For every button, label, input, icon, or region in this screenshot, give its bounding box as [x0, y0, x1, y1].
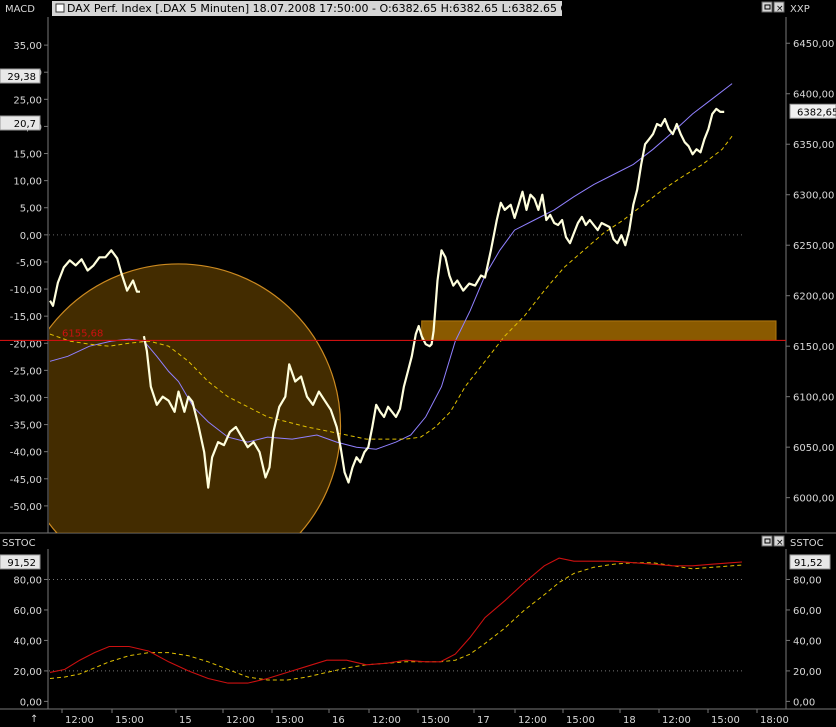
left-value-badge-text: 20,7 [14, 119, 36, 130]
time-tick-label: 15:00 [566, 715, 595, 726]
right-tick-label: 6350,00 [793, 140, 834, 151]
support-label: 6155,68 [62, 328, 103, 339]
time-tick-label: 15:00 [711, 715, 740, 726]
right-tick-label: 6100,00 [793, 393, 834, 404]
left-tick-label: -15,00 [10, 312, 42, 323]
bottom-restore-icon[interactable] [761, 535, 773, 547]
stoch-left-tick-label: 60,00 [13, 606, 42, 617]
right-axis-tag: XXP [790, 4, 810, 15]
time-tick-label: 18:00 [760, 715, 789, 726]
time-tick-label: 12:00 [65, 715, 94, 726]
stoch-left-tick-label: 20,00 [13, 667, 42, 678]
right-tick-label: 6450,00 [793, 39, 834, 50]
stoch-right-tick-label: 60,00 [793, 606, 822, 617]
stoch-right-tick-label: 80,00 [793, 575, 822, 586]
stoch-left-tick-label: 40,00 [13, 636, 42, 647]
left-tick-label: -5,00 [16, 258, 42, 269]
time-tick-label: 15 [179, 715, 192, 726]
left-tick-label: -35,00 [10, 421, 42, 432]
bottom-panel-tag: SSTOC [2, 538, 36, 549]
right-tick-label: 6050,00 [793, 443, 834, 454]
stoch-k-line [49, 557, 743, 684]
left-tick-label: 25,00 [13, 95, 42, 106]
bottom-close-icon[interactable]: × [773, 535, 785, 548]
time-tick-label: 18 [623, 715, 636, 726]
stoch-d-line [49, 562, 743, 681]
left-tick-label: -45,00 [10, 475, 42, 486]
time-tick-label: 12:00 [226, 715, 255, 726]
left-tick-label: 15,00 [13, 150, 42, 161]
chart: MACD DAX Perf. Index [.DAX 5 Minuten] 18… [0, 0, 836, 726]
svg-text:×: × [776, 538, 784, 548]
right-tick-label: 6200,00 [793, 292, 834, 303]
stoch-right-badge-text: 91,52 [794, 558, 823, 569]
left-tick-label: 35,00 [13, 41, 42, 52]
right-tick-label: 6300,00 [793, 191, 834, 202]
time-tick-label: 16 [332, 715, 345, 726]
svg-text:×: × [776, 4, 784, 14]
stoch-left-badge-text: 91,52 [7, 558, 36, 569]
time-tick-label: 17 [477, 715, 490, 726]
window-title: DAX Perf. Index [.DAX 5 Minuten] 18.07.2… [67, 2, 617, 15]
right-tick-label: 6150,00 [793, 342, 834, 353]
left-tick-label: 5,00 [20, 204, 42, 215]
left-tick-label: -30,00 [10, 393, 42, 404]
time-tick-label: 15:00 [421, 715, 450, 726]
series-color-swatch [55, 3, 65, 13]
left-value-badge-text: 29,38 [7, 72, 36, 83]
time-tick-label: 12:00 [372, 715, 401, 726]
bottom-right-tag: SSTOC [790, 538, 824, 549]
time-tick-label: 15:00 [115, 715, 144, 726]
time-axis-arrow-icon: ↑ [30, 714, 38, 725]
stoch-right-tick-label: 40,00 [793, 636, 822, 647]
left-tick-label: -10,00 [10, 285, 42, 296]
highlight-rectangle [421, 320, 777, 341]
right-tick-label: 6400,00 [793, 90, 834, 101]
close-icon[interactable]: × [773, 1, 785, 14]
stoch-left-tick-label: 0,00 [20, 697, 42, 708]
right-tick-label: 6250,00 [793, 241, 834, 252]
stoch-left-tick-label: 80,00 [13, 575, 42, 586]
price-badge-text: 6382,65 [797, 107, 836, 118]
restore-icon[interactable] [761, 1, 773, 13]
stoch-right-tick-label: 20,00 [793, 667, 822, 678]
stoch-right-tick-label: 0,00 [793, 697, 815, 708]
left-tick-label: -50,00 [10, 502, 42, 513]
left-tick-label: 0,00 [20, 231, 42, 242]
time-tick-label: 15:00 [275, 715, 304, 726]
left-tick-label: -25,00 [10, 366, 42, 377]
time-tick-label: 12:00 [518, 715, 547, 726]
highlight-circle [49, 263, 342, 533]
left-tick-label: -40,00 [10, 448, 42, 459]
left-tick-label: 10,00 [13, 177, 42, 188]
time-tick-label: 12:00 [662, 715, 691, 726]
right-tick-label: 6000,00 [793, 494, 834, 505]
top-panel-tag: MACD [5, 4, 35, 15]
